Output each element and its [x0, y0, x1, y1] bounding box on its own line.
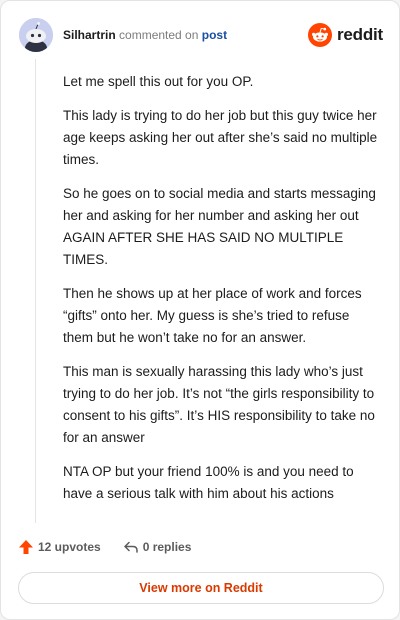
reply-arrow-icon — [123, 541, 138, 553]
post-link[interactable]: post — [202, 28, 227, 42]
comment-actions: 12 upvotes 0 replies — [18, 536, 213, 558]
reply-button[interactable]: 0 replies — [123, 539, 192, 555]
snoo-avatar-icon — [19, 18, 53, 52]
comment-paragraph: Then he shows up at her place of work an… — [63, 286, 362, 345]
comment-paragraph: This lady is trying to do her job but th… — [63, 108, 378, 167]
reddit-logo[interactable]: reddit — [307, 21, 383, 49]
reddit-alien-icon — [307, 23, 332, 47]
user-avatar[interactable] — [19, 18, 53, 52]
comment-paragraph: So he goes on to social media and starts… — [63, 186, 376, 267]
comment-header: Silhartrin commented on post reddit — [19, 18, 383, 52]
comment-byline: Silhartrin commented on post — [63, 28, 227, 42]
upvote-count: 12 upvotes — [38, 540, 101, 554]
byline-action: commented on — [119, 28, 199, 42]
reddit-wordmark: reddit — [336, 25, 383, 44]
thread-line — [35, 59, 36, 523]
comment-paragraph: NTA OP but your friend 100% is and you n… — [63, 464, 354, 501]
comment-body: Let me spell this out for you OP. This l… — [63, 71, 379, 517]
upvote-arrow-icon — [19, 540, 33, 554]
view-more-button[interactable]: View more on Reddit — [18, 572, 384, 604]
author-username[interactable]: Silhartrin — [63, 28, 116, 42]
comment-embed-card: Silhartrin commented on post reddit Let … — [0, 0, 400, 620]
comment-paragraph: This man is sexually harassing this lady… — [63, 364, 375, 445]
comment-paragraph: Let me spell this out for you OP. — [63, 74, 254, 89]
upvote-button[interactable]: 12 upvotes — [18, 539, 101, 555]
reply-count: 0 replies — [142, 540, 192, 554]
